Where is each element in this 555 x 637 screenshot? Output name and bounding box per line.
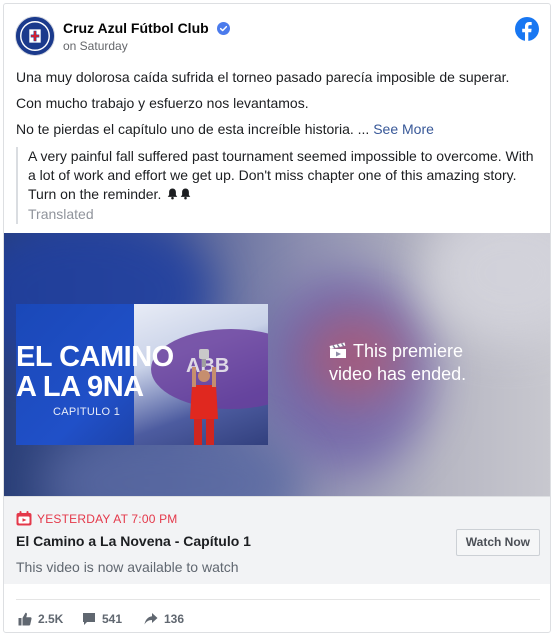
thumbnail-subtitle: CAPITULO 1 [53, 406, 121, 418]
bell-icon [167, 188, 178, 200]
translation-block: A very painful fall suffered past tourna… [16, 147, 538, 224]
post-text-line: No te pierdas el capítulo uno de esta in… [16, 120, 538, 139]
event-time: YESTERDAY AT 7:00 PM [16, 511, 178, 526]
trophy-player-figure [190, 349, 218, 445]
clapperboard-icon [329, 342, 346, 358]
premiere-ended-message-line: This premiere [329, 340, 529, 363]
facebook-logo-icon[interactable] [515, 17, 539, 41]
video-player[interactable]: ABB EL CAMINO A LA 9NA CAPITULO 1 This p… [4, 233, 550, 496]
video-background-blur [424, 233, 550, 343]
see-more-link[interactable]: See More [373, 121, 434, 137]
post-text-line: Una muy dolorosa caída sufrida el torneo… [16, 69, 510, 85]
premiere-ended-message-line: video has ended. [329, 364, 467, 384]
post-text-line-content: No te pierdas el capítulo uno de esta in… [16, 121, 370, 137]
page-avatar[interactable] [15, 16, 55, 56]
post-header: Cruz Azul Fútbol Club on Saturday [4, 4, 550, 64]
post-text: Una muy dolorosa caída sufrida el torneo… [16, 68, 538, 146]
comment-icon [83, 613, 95, 625]
event-title[interactable]: El Camino a La Novena - Capítulo 1 [16, 533, 251, 549]
premiere-text: This premiere [353, 341, 464, 361]
thumbnail-title-line: A LA 9NA [16, 371, 144, 403]
share-icon [144, 613, 158, 625]
post-footer: 2.5K 541 136 [4, 584, 550, 632]
page-name[interactable]: Cruz Azul Fútbol Club [63, 20, 230, 36]
thumbnail-title: EL CAMINO A LA 9NA [16, 342, 174, 402]
verified-icon [216, 22, 230, 35]
watch-now-button[interactable]: Watch Now [455, 529, 540, 556]
comments-count[interactable]: 541 [82, 612, 122, 626]
calendar-icon [16, 511, 32, 526]
post-timestamp[interactable]: on Saturday [63, 39, 128, 53]
translated-label[interactable]: Translated [28, 205, 538, 224]
shares-value: 136 [164, 612, 185, 626]
shares-count[interactable]: 136 [144, 612, 184, 626]
translation-content: A very painful fall suffered past tourna… [28, 148, 534, 202]
like-icon [18, 612, 32, 626]
video-thumbnail[interactable]: ABB EL CAMINO A LA 9NA CAPITULO 1 [16, 304, 268, 445]
thumbnail-title-line: EL CAMINO [16, 341, 174, 373]
comments-value: 541 [102, 612, 123, 626]
event-time-text: YESTERDAY AT 7:00 PM [37, 512, 178, 526]
post-text-line: Con mucho trabajo y esfuerzo nos levanta… [16, 95, 309, 111]
translation-text: A very painful fall suffered past tourna… [28, 147, 538, 204]
bell-icon [180, 188, 191, 200]
likes-value: 2.5K [38, 612, 64, 626]
event-description: This video is now available to watch [16, 559, 239, 575]
premiere-ended-message: This premiere video has ended. [329, 340, 529, 386]
post-card: Cruz Azul Fútbol Club on Saturday Una mu… [3, 3, 551, 633]
premiere-event-bar: YESTERDAY AT 7:00 PM El Camino a La Nove… [4, 496, 550, 584]
page-name-text[interactable]: Cruz Azul Fútbol Club [63, 20, 209, 36]
likes-count[interactable]: 2.5K [18, 612, 63, 626]
footer-divider [16, 599, 540, 600]
